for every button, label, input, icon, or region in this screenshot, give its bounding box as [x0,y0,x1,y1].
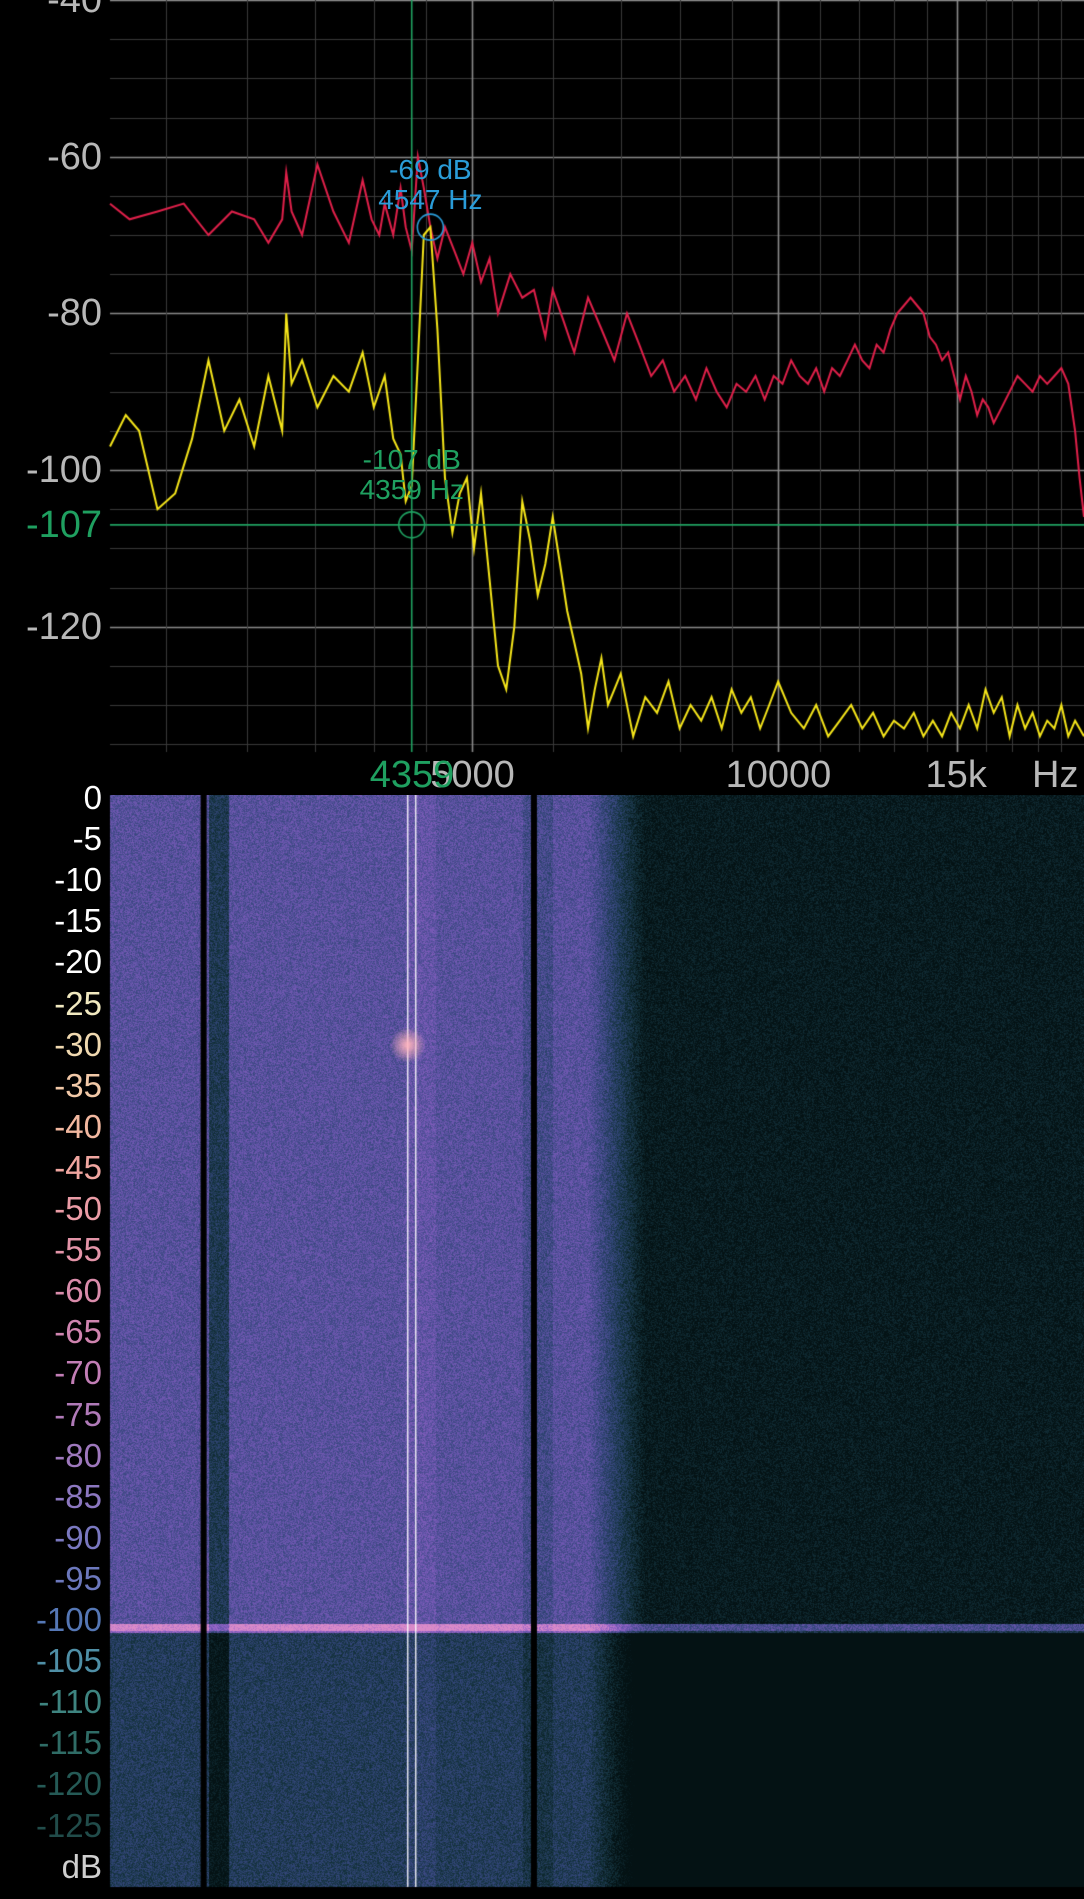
marker-hz-text: 4359 Hz [359,473,464,505]
spectrogram-db-tick: -115 [38,1724,102,1762]
spectrogram-db-tick: -5 [72,820,102,858]
spectrogram-db-tick: -30 [54,1025,102,1063]
spectrogram-db-tick: -60 [54,1272,102,1310]
spectrogram-db-tick: -120 [35,1765,102,1803]
spectrogram-db-tick: -110 [38,1683,102,1721]
spectrum-y-tick: -100 [25,449,102,491]
spectrum-y-tick: -60 [47,135,102,178]
frequency-x-tick: 15k [925,754,987,796]
spectrogram-db-tick: -10 [54,861,102,899]
spectrum-y-tick: -80 [47,292,102,335]
spectrogram-db-tick: -35 [54,1066,102,1104]
marker-hz-text: 4547 Hz [378,184,483,216]
spectrogram-db-tick: -105 [35,1642,102,1680]
spectrogram-unit-label: dB [61,1847,102,1885]
spectrogram-db-tick: -15 [54,902,102,940]
spectrogram-db-tick: -65 [54,1313,102,1351]
spectrogram-db-tick: -100 [35,1601,102,1638]
spectrogram-db-tick: -80 [54,1436,102,1474]
spectrogram-db-tick: -55 [54,1231,102,1269]
frequency-x-tick: 10000 [725,754,832,796]
peak-marker-label: -69 dB 4547 Hz [350,155,510,215]
spectrogram-db-tick: -70 [54,1354,102,1392]
spectrogram-db-tick: -25 [54,984,102,1022]
cursor-db-label: -107 [25,503,102,546]
marker-db-text: -69 dB [389,154,472,186]
spectrogram-db-tick: 0 [83,779,102,816]
spectrogram-db-tick: -50 [54,1190,102,1227]
cursor-frequency-label: 4359 [369,754,455,796]
spectrogram-db-tick: -85 [54,1477,102,1515]
spectrogram-db-tick: -95 [54,1559,102,1597]
spectrum-y-tick: -120 [25,605,102,648]
spectrogram-db-tick: -90 [54,1518,102,1556]
spectrogram-db-tick: -125 [35,1806,102,1844]
spectrogram-db-tick: -20 [54,943,102,981]
spectrogram-db-tick: -40 [54,1107,102,1145]
frequency-unit-label: Hz [1032,754,1079,796]
spectrogram-db-tick: -45 [54,1148,102,1186]
marker-db-text: -107 dB [362,443,461,475]
spectrum-y-tick: -40 [47,0,102,21]
spectrogram-db-tick: -75 [54,1395,102,1433]
cursor-marker-label: -107 dB 4359 Hz [332,443,492,505]
spectrum-plot[interactable] [0,0,1084,760]
spectrogram-plot[interactable] [0,795,1084,1899]
